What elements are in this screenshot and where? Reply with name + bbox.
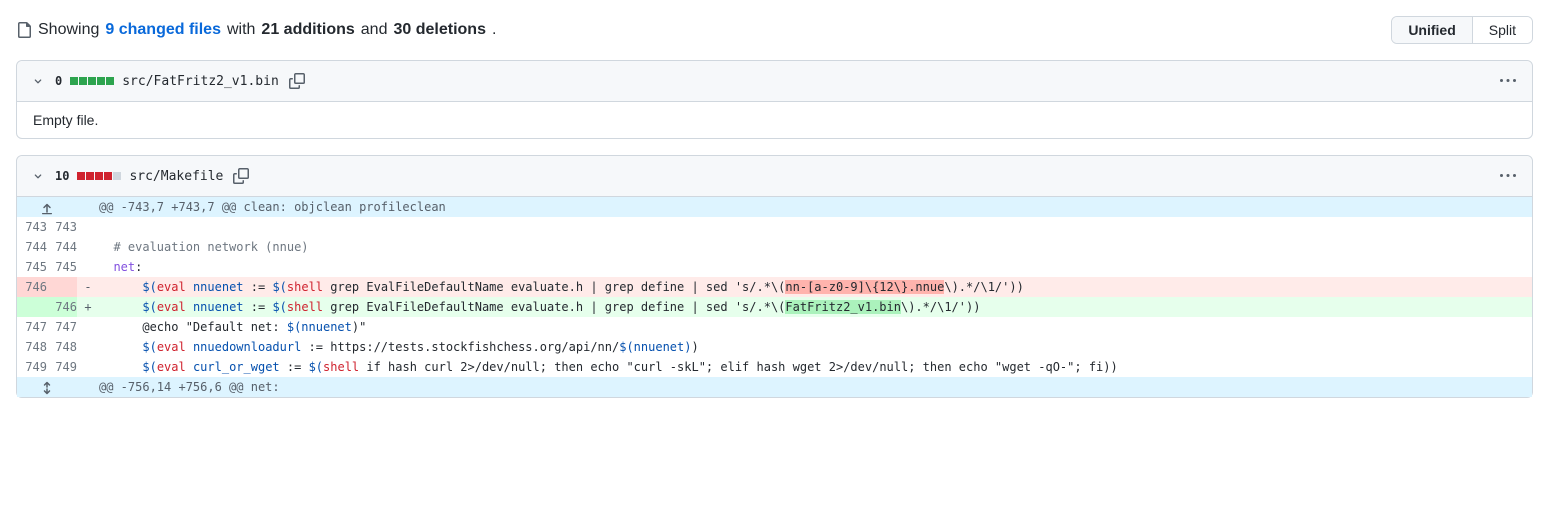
expand-icon bbox=[39, 380, 55, 396]
file-diff-body: @@ -743,7 +743,7 @@ clean: objclean prof… bbox=[17, 197, 1532, 397]
hunk-text: @@ -756,14 +756,6 @@ net: bbox=[99, 377, 1532, 397]
diff-row: 748 748 $(eval nnuedownloadurl := https:… bbox=[17, 337, 1532, 357]
diff-count: 0 bbox=[55, 74, 62, 88]
line-number-new[interactable]: 748 bbox=[47, 337, 77, 357]
copy-path-button[interactable] bbox=[231, 166, 251, 186]
code-cell: $(eval nnuenet := $(shell grep EvalFileD… bbox=[99, 277, 1532, 297]
line-number-new[interactable]: 749 bbox=[47, 357, 77, 377]
changed-files-link[interactable]: 9 changed files bbox=[105, 21, 221, 39]
code-cell: $(eval curl_or_wget := $(shell if hash c… bbox=[99, 357, 1532, 377]
hunk-text: @@ -743,7 +743,7 @@ clean: objclean prof… bbox=[99, 197, 1532, 217]
file-path-link[interactable]: src/Makefile bbox=[129, 169, 223, 184]
expand-up-icon bbox=[39, 200, 55, 216]
view-toggle: Unified Split bbox=[1391, 16, 1533, 44]
diff-row: 745 745 net: bbox=[17, 257, 1532, 277]
line-number-old[interactable]: 748 bbox=[17, 337, 47, 357]
file-path: src/Makefile bbox=[129, 169, 223, 184]
diff-file-icon bbox=[16, 22, 32, 38]
file-body-empty: Empty file. bbox=[17, 102, 1532, 138]
copy-icon bbox=[233, 168, 249, 184]
split-button[interactable]: Split bbox=[1472, 17, 1532, 43]
line-number-new[interactable]: 746 bbox=[47, 297, 77, 317]
diff-row: 744 744 # evaluation network (nnue) bbox=[17, 237, 1532, 257]
collapse-toggle[interactable] bbox=[29, 167, 47, 185]
line-number-new[interactable]: 743 bbox=[47, 217, 77, 237]
diff-chips bbox=[77, 172, 121, 180]
diff-summary: Showing 9 changed files with 21 addition… bbox=[16, 21, 496, 39]
line-number-old[interactable]: 743 bbox=[17, 217, 47, 237]
line-number-old[interactable]: 746 bbox=[17, 277, 47, 297]
line-number-old[interactable] bbox=[17, 297, 47, 317]
file-menu-button[interactable] bbox=[1496, 69, 1520, 93]
copy-path-button[interactable] bbox=[287, 71, 307, 91]
file-path-link[interactable]: src/FatFritz2_v1.bin bbox=[122, 74, 279, 89]
code-cell: $(eval nnuedownloadurl := https://tests.… bbox=[99, 337, 1532, 357]
diff-row-addition: 746 + $(eval nnuenet := $(shell grep Eva… bbox=[17, 297, 1532, 317]
collapse-toggle[interactable] bbox=[29, 72, 47, 90]
hunk-header: @@ -756,14 +756,6 @@ net: bbox=[17, 377, 1532, 397]
file-path: src/FatFritz2_v1.bin bbox=[122, 74, 279, 89]
unified-button[interactable]: Unified bbox=[1392, 17, 1471, 43]
code-cell: $(eval nnuenet := $(shell grep EvalFileD… bbox=[99, 297, 1532, 317]
line-number-new[interactable]: 745 bbox=[47, 257, 77, 277]
diff-row-deletion: 746 - $(eval nnuenet := $(shell grep Eva… bbox=[17, 277, 1532, 297]
diff-row: 749 749 $(eval curl_or_wget := $(shell i… bbox=[17, 357, 1532, 377]
line-number-new[interactable]: 744 bbox=[47, 237, 77, 257]
line-number-new[interactable] bbox=[47, 277, 77, 297]
line-number-new[interactable]: 747 bbox=[47, 317, 77, 337]
file-menu-button[interactable] bbox=[1496, 164, 1520, 188]
code-cell: net: bbox=[99, 257, 1532, 277]
line-number-old[interactable]: 747 bbox=[17, 317, 47, 337]
file-block: 10 src/Makefile @@ -743,7 +743,7 @@ clea… bbox=[16, 155, 1533, 398]
chevron-down-icon bbox=[31, 74, 45, 88]
code-cell: @echo "Default net: $(nnuenet)" bbox=[99, 317, 1532, 337]
expand-up-button[interactable] bbox=[17, 197, 77, 217]
code-cell: # evaluation network (nnue) bbox=[99, 237, 1532, 257]
file-header: 0 src/FatFritz2_v1.bin bbox=[17, 61, 1532, 102]
diff-chips bbox=[70, 77, 114, 85]
line-number-old[interactable]: 744 bbox=[17, 237, 47, 257]
kebab-icon bbox=[1500, 73, 1516, 89]
kebab-icon bbox=[1500, 168, 1516, 184]
file-header: 10 src/Makefile bbox=[17, 156, 1532, 197]
line-number-old[interactable]: 745 bbox=[17, 257, 47, 277]
code-cell bbox=[99, 217, 1532, 237]
line-number-old[interactable]: 749 bbox=[17, 357, 47, 377]
file-block: 0 src/FatFritz2_v1.bin Empty file. bbox=[16, 60, 1533, 139]
expand-between-button[interactable] bbox=[17, 377, 77, 397]
hunk-header: @@ -743,7 +743,7 @@ clean: objclean prof… bbox=[17, 197, 1532, 217]
diff-row: 743 743 bbox=[17, 217, 1532, 237]
diff-row: 747 747 @echo "Default net: $(nnuenet)" bbox=[17, 317, 1532, 337]
chevron-down-icon bbox=[31, 169, 45, 183]
diff-count: 10 bbox=[55, 169, 69, 183]
copy-icon bbox=[289, 73, 305, 89]
